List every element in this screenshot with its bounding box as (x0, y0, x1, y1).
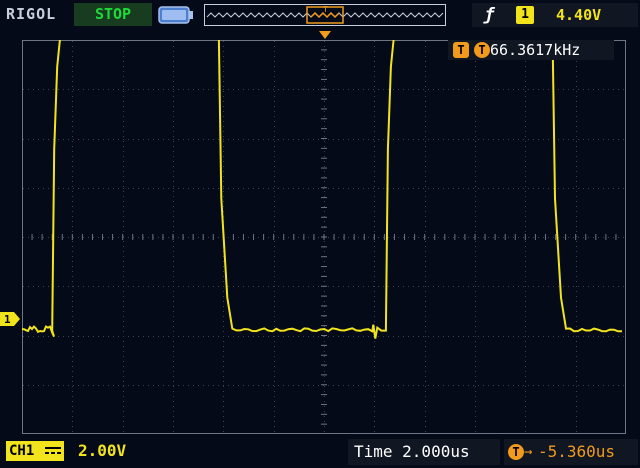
trigger-offset-icon: T (508, 444, 524, 460)
dc-coupling-icon (45, 447, 61, 454)
memory-trigger-mark: T (323, 5, 328, 14)
rising-edge-icon: ƒ (484, 5, 495, 25)
trigger-offset-value: -5.360us (538, 442, 616, 461)
arrow-right-icon: → (524, 444, 533, 460)
frequency-readout: T T 66.3617kHz (448, 40, 614, 60)
trigger-info-icon: T (453, 42, 469, 58)
trigger-source-badge: 1 (516, 6, 534, 24)
trigger-offset-readout[interactable]: T → -5.360us (504, 439, 638, 465)
frequency-value: 66.3617kHz (490, 41, 581, 59)
bottom-status-bar: CH1 2.00V Time 2.000us T → -5.360us (0, 436, 640, 468)
memory-overview-wave: T (206, 5, 444, 24)
top-status-bar: RIGOL STOP T ƒ 1 4.40V (0, 0, 640, 30)
ch1-volts-per-div[interactable]: 2.00V (78, 441, 126, 461)
ch1-offset-marker[interactable]: 1 (0, 312, 22, 326)
waveform-display[interactable] (22, 40, 626, 434)
brand-logo: RIGOL (6, 5, 57, 23)
run-stop-indicator[interactable]: STOP (74, 3, 152, 26)
trigger-position-marker[interactable] (318, 30, 332, 40)
ch1-channel-badge[interactable]: CH1 (6, 441, 64, 461)
timebase-value: Time 2.000us (354, 442, 470, 461)
frequency-counter-icon: T (474, 42, 490, 58)
memory-depth-icon (158, 6, 193, 24)
ch1-label: CH1 (9, 443, 35, 459)
ch1-marker-label: 1 (4, 313, 11, 326)
timebase-readout[interactable]: Time 2.000us (348, 439, 500, 465)
ch1-waveform (22, 40, 622, 339)
ch1-trace-layer (22, 40, 622, 339)
trigger-level: 4.40V (556, 6, 602, 24)
trigger-settings[interactable]: ƒ 1 4.40V (472, 3, 638, 27)
waveform-memory-overview[interactable]: T (204, 4, 446, 26)
